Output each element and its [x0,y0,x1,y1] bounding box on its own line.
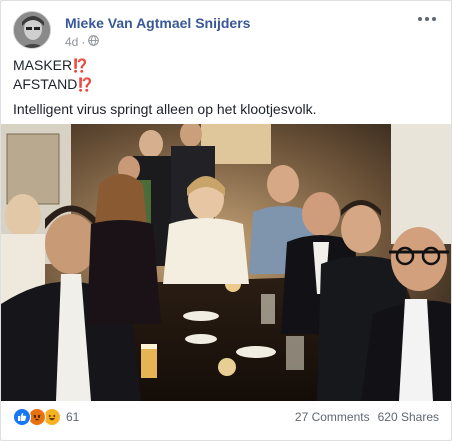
shares-count-link[interactable]: 620 Shares [378,410,439,424]
engagement-counts: 27 Comments 620 Shares [295,410,439,424]
like-icon [13,408,31,426]
author-name-link[interactable]: Mieke Van Agtmael Snijders [65,15,250,31]
exclamation-question-emoji: ⁉️ [72,58,89,73]
post-body: Intelligent virus springt alleen op het … [13,101,317,117]
reaction-count: 61 [66,410,80,424]
reactions-summary[interactable]: 61 [13,408,79,426]
post-timestamp[interactable]: 4d [65,35,78,49]
post-line-1: MASKER⁉️ [13,57,89,73]
post-photo[interactable] [1,124,451,401]
exclamation-question-emoji: ⁉️ [77,77,94,92]
post-text: MASKER⁉️ AFSTAND⁉️ Intelligent virus spr… [13,56,439,118]
feed-post: Mieke Van Agtmael Snijders 4d · MASKER⁉️… [0,0,452,441]
more-options-icon[interactable] [415,11,439,27]
author-avatar[interactable] [13,11,51,49]
post-meta: 4d · [65,35,100,49]
post-header: Mieke Van Agtmael Snijders 4d · [13,11,439,51]
post-line-2: AFSTAND⁉️ [13,76,94,92]
globe-icon[interactable] [88,35,100,49]
comments-count-link[interactable]: 27 Comments [295,410,370,424]
post-footer: 61 27 Comments 620 Shares [13,406,439,428]
